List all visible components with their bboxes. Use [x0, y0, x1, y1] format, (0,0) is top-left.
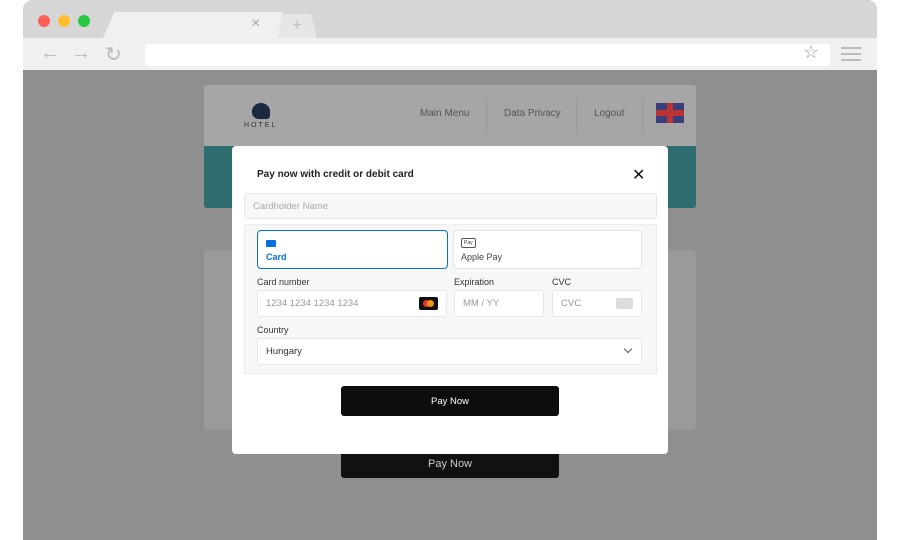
tab-card-label: Card [266, 252, 287, 262]
browser-menu-icon[interactable] [841, 47, 861, 61]
divider [576, 99, 577, 133]
new-tab-button[interactable]: + [277, 14, 317, 38]
logo-mark-icon [251, 103, 270, 119]
apple-pay-icon: Pay [461, 238, 476, 248]
cvc-placeholder: CVC [561, 298, 582, 309]
address-bar[interactable] [145, 44, 830, 66]
country-select[interactable]: Hungary [257, 338, 642, 365]
country-value: Hungary [266, 346, 302, 357]
modal-title: Pay now with credit or debit card [257, 169, 414, 180]
hotel-logo[interactable]: HOTEL [244, 103, 277, 129]
maximize-window-button[interactable] [78, 15, 90, 27]
credit-card-icon [266, 240, 276, 247]
reload-icon[interactable]: ↻ [105, 42, 122, 67]
tab-apple-pay[interactable]: Pay Apple Pay [453, 230, 642, 269]
nav-main-menu[interactable]: Main Menu [420, 108, 469, 119]
card-number-input[interactable]: 1234 1234 1234 1234 [257, 290, 447, 317]
close-tab-icon[interactable]: × [251, 15, 260, 33]
browser-toolbar: ← → ↻ ☆ [23, 38, 877, 70]
minimize-window-button[interactable] [58, 15, 70, 27]
nav-data-privacy[interactable]: Data Privacy [504, 108, 561, 119]
tab-apple-pay-label: Apple Pay [461, 252, 503, 262]
cardholder-name-input[interactable]: Cardholder Name [244, 193, 657, 219]
cvc-input[interactable]: CVC [552, 290, 642, 317]
expiration-input[interactable]: MM / YY [454, 290, 544, 317]
cvc-label: CVC [552, 277, 572, 287]
card-number-label: Card number [257, 277, 310, 287]
tab-bar: × + [23, 0, 877, 38]
payment-modal: Pay now with credit or debit card ✕ Card… [232, 146, 668, 454]
tab-card[interactable]: Card [257, 230, 448, 269]
expiration-label: Expiration [454, 277, 495, 287]
divider [642, 99, 643, 133]
back-icon[interactable]: ← [40, 42, 60, 65]
forward-icon[interactable]: → [71, 42, 91, 65]
uk-flag-icon[interactable] [656, 103, 684, 123]
background-pay-now-button: Pay Now [341, 450, 559, 478]
browser-tab[interactable] [103, 12, 293, 38]
card-number-placeholder: 1234 1234 1234 1234 [266, 298, 359, 309]
close-icon[interactable]: ✕ [632, 165, 645, 185]
nav-logout[interactable]: Logout [594, 108, 625, 119]
cvc-card-icon [616, 298, 633, 309]
close-window-button[interactable] [38, 15, 50, 27]
chevron-down-icon [623, 344, 633, 354]
divider [486, 99, 487, 133]
mastercard-icon [419, 297, 438, 310]
bookmark-star-icon[interactable]: ☆ [803, 42, 819, 63]
pay-now-button[interactable]: Pay Now [341, 386, 559, 416]
country-label: Country [257, 325, 289, 335]
